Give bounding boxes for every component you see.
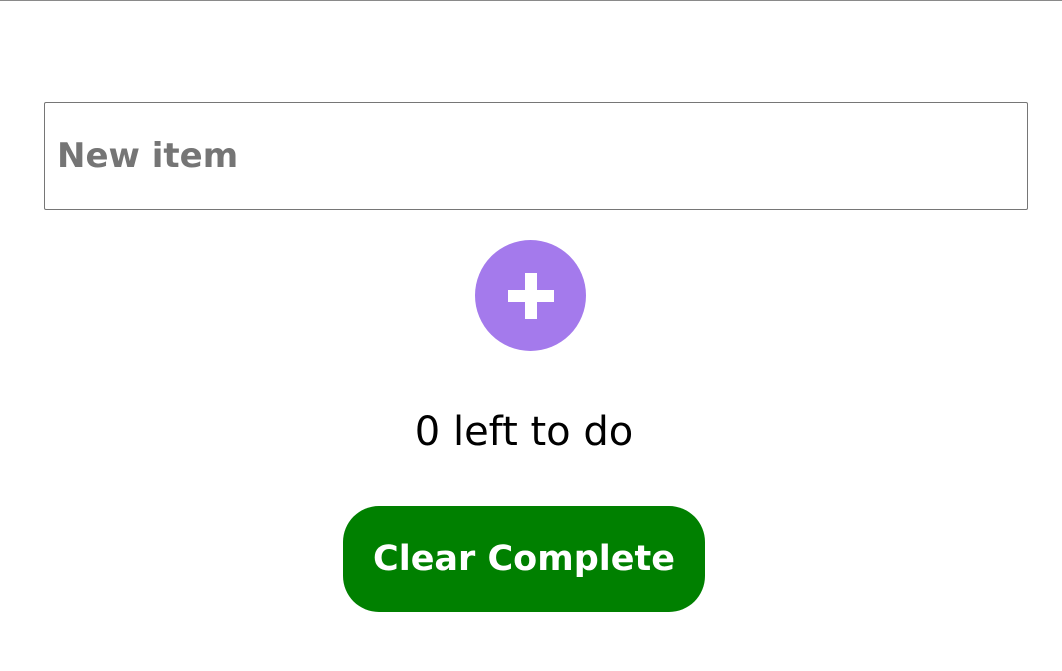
items-left-count: 0 left to do	[414, 409, 634, 455]
todo-app: 0 left to do Clear Complete	[0, 0, 1062, 671]
add-item-button[interactable]	[475, 240, 586, 351]
plus-icon	[507, 272, 554, 319]
clear-complete-button[interactable]: Clear Complete	[343, 506, 705, 612]
new-item-input[interactable]	[44, 102, 1028, 210]
